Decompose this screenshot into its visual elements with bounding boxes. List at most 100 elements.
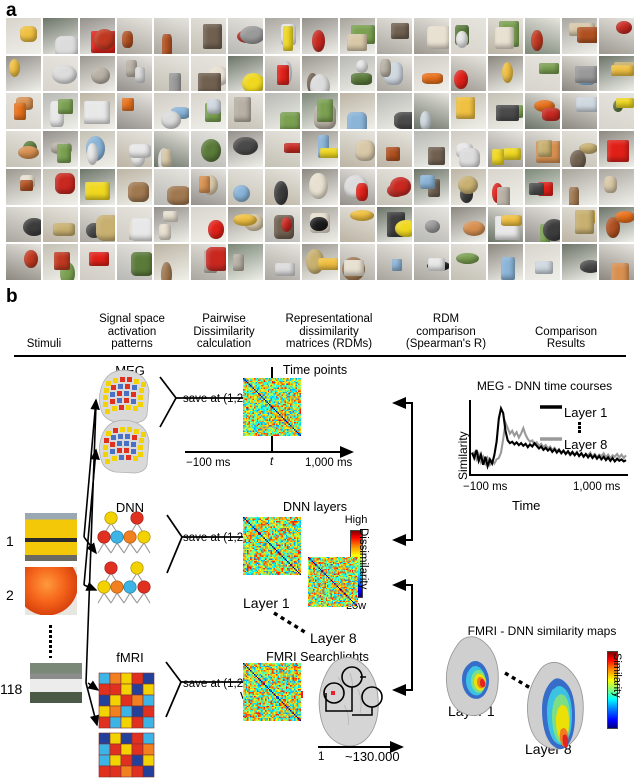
stimulus-image-cell <box>339 131 375 167</box>
stimulus-image-cell <box>302 18 338 54</box>
stimulus-image-cell <box>228 93 264 130</box>
stimulus-image-cell <box>561 131 597 167</box>
stimulus-image-cell <box>302 244 338 280</box>
stimulus-image-cell <box>80 131 116 167</box>
stimulus-image-cell <box>154 168 190 205</box>
rdm-comparison-bracket-meg-dnn <box>392 397 413 546</box>
stimulus-image-cell <box>561 93 597 130</box>
stimulus-image-cell <box>228 18 264 54</box>
rdm-meg <box>243 378 301 436</box>
stimulus-image-cell <box>154 131 190 167</box>
stimulus-image-cell <box>487 131 523 167</box>
stimulus-image-cell <box>561 18 597 54</box>
stimulus-image-cell <box>598 18 634 54</box>
fmri-similarity-map-layer8 <box>527 661 584 750</box>
stimulus-image-cell <box>413 93 449 130</box>
stimulus-image-cell <box>265 168 301 205</box>
stimulus-image-cell <box>524 93 560 130</box>
stimulus-image-cell <box>6 55 42 92</box>
stimulus-image-cell <box>117 55 153 92</box>
fmri-maps-dotted-connector <box>504 671 533 691</box>
stimulus-image-cell <box>413 131 449 167</box>
stimulus-image-cell <box>413 168 449 205</box>
stimulus-image-cell <box>191 206 227 243</box>
panel-a-stimulus-grid: a <box>0 0 640 285</box>
stimulus-image-cell <box>598 168 634 205</box>
stimulus-image-grid <box>6 18 634 280</box>
stimulus-image-cell <box>43 168 79 205</box>
stimulus-image-cell <box>265 93 301 130</box>
stimulus-image-cell <box>43 206 79 243</box>
stimulus-image-cell <box>43 244 79 280</box>
stimulus-image-cell <box>598 244 634 280</box>
stimulus-image-cell <box>450 93 486 130</box>
stimulus-image-cell <box>413 55 449 92</box>
meg-head-model-top <box>99 369 150 424</box>
stimulus-image-cell <box>376 244 412 280</box>
stimulus-image-cell <box>524 18 560 54</box>
meg-head-model-bottom <box>99 419 150 474</box>
stimulus-image-cell <box>191 93 227 130</box>
stimulus-image-cell <box>339 93 375 130</box>
stimulus-image-cell <box>117 206 153 243</box>
stimulus-image-cell <box>6 206 42 243</box>
rdm-dnn-layer1 <box>243 517 301 575</box>
stimulus-image-cell <box>154 244 190 280</box>
stimulus-image-cell <box>450 131 486 167</box>
stimulus-image-cell <box>228 168 264 205</box>
meg-dnn-result-plot <box>469 400 628 476</box>
stimulus-image-cell <box>191 131 227 167</box>
stimulus-image-cell <box>302 55 338 92</box>
rdm-fmri <box>243 663 301 721</box>
stimulus-image-cell <box>228 55 264 92</box>
stimulus-image-cell <box>598 55 634 92</box>
stimulus-image-cell <box>191 244 227 280</box>
panel-b-pipeline: b Stimuli Signal space activation patter… <box>0 285 640 783</box>
stimulus-image-cell <box>487 18 523 54</box>
dnn-pairwise-bracket <box>166 514 243 574</box>
stimulus-image-cell <box>450 18 486 54</box>
stimulus-image-cell <box>43 18 79 54</box>
stimulus-image-cell <box>228 206 264 243</box>
stimulus-image-cell <box>265 206 301 243</box>
fmri-voxel-grid-bottom <box>98 732 155 778</box>
stimulus-image-cell <box>450 168 486 205</box>
stimulus-image-cell <box>154 206 190 243</box>
stimulus-image-cell <box>6 244 42 280</box>
stimulus-image-cell <box>80 206 116 243</box>
stimulus-image-cell <box>561 244 597 280</box>
stimulus-image-cell <box>117 131 153 167</box>
stimulus-image-cell <box>339 18 375 54</box>
fmri-similarity-map-layer1 <box>445 636 499 716</box>
stimulus-image-cell <box>339 244 375 280</box>
stimulus-image-cell <box>117 168 153 205</box>
stimulus-image-cell <box>6 131 42 167</box>
stimulus-image-cell <box>376 131 412 167</box>
stimulus-image-cell <box>561 168 597 205</box>
dnn-network-bottom <box>97 561 151 604</box>
stimulus-image-cell <box>561 206 597 243</box>
stimulus-image-cell <box>43 93 79 130</box>
stimulus-image-cell <box>80 168 116 205</box>
fmri-voxel-grid-top <box>98 672 155 729</box>
dnn-network-top <box>97 511 151 554</box>
stimulus-image-cell <box>450 244 486 280</box>
stimulus-image-cell <box>80 55 116 92</box>
stimulus-image-cell <box>487 244 523 280</box>
stimulus-image-cell <box>339 206 375 243</box>
stimulus-image-cell <box>561 55 597 92</box>
stimulus-image-cell <box>413 206 449 243</box>
stimulus-image-cell <box>487 206 523 243</box>
stimulus-image-cell <box>598 93 634 130</box>
stimulus-image-cell <box>598 206 634 243</box>
stimulus-image-cell <box>487 55 523 92</box>
stimulus-image-cell <box>339 168 375 205</box>
pipeline-line-art <box>83 367 628 778</box>
stimulus-image-cell <box>117 18 153 54</box>
stimulus-image-cell <box>598 131 634 167</box>
stimulus-image-cell <box>524 206 560 243</box>
stimulus-image-cell <box>191 55 227 92</box>
stimulus-image-cell <box>265 18 301 54</box>
stimulus-image-cell <box>487 93 523 130</box>
stimulus-image-cell <box>6 168 42 205</box>
